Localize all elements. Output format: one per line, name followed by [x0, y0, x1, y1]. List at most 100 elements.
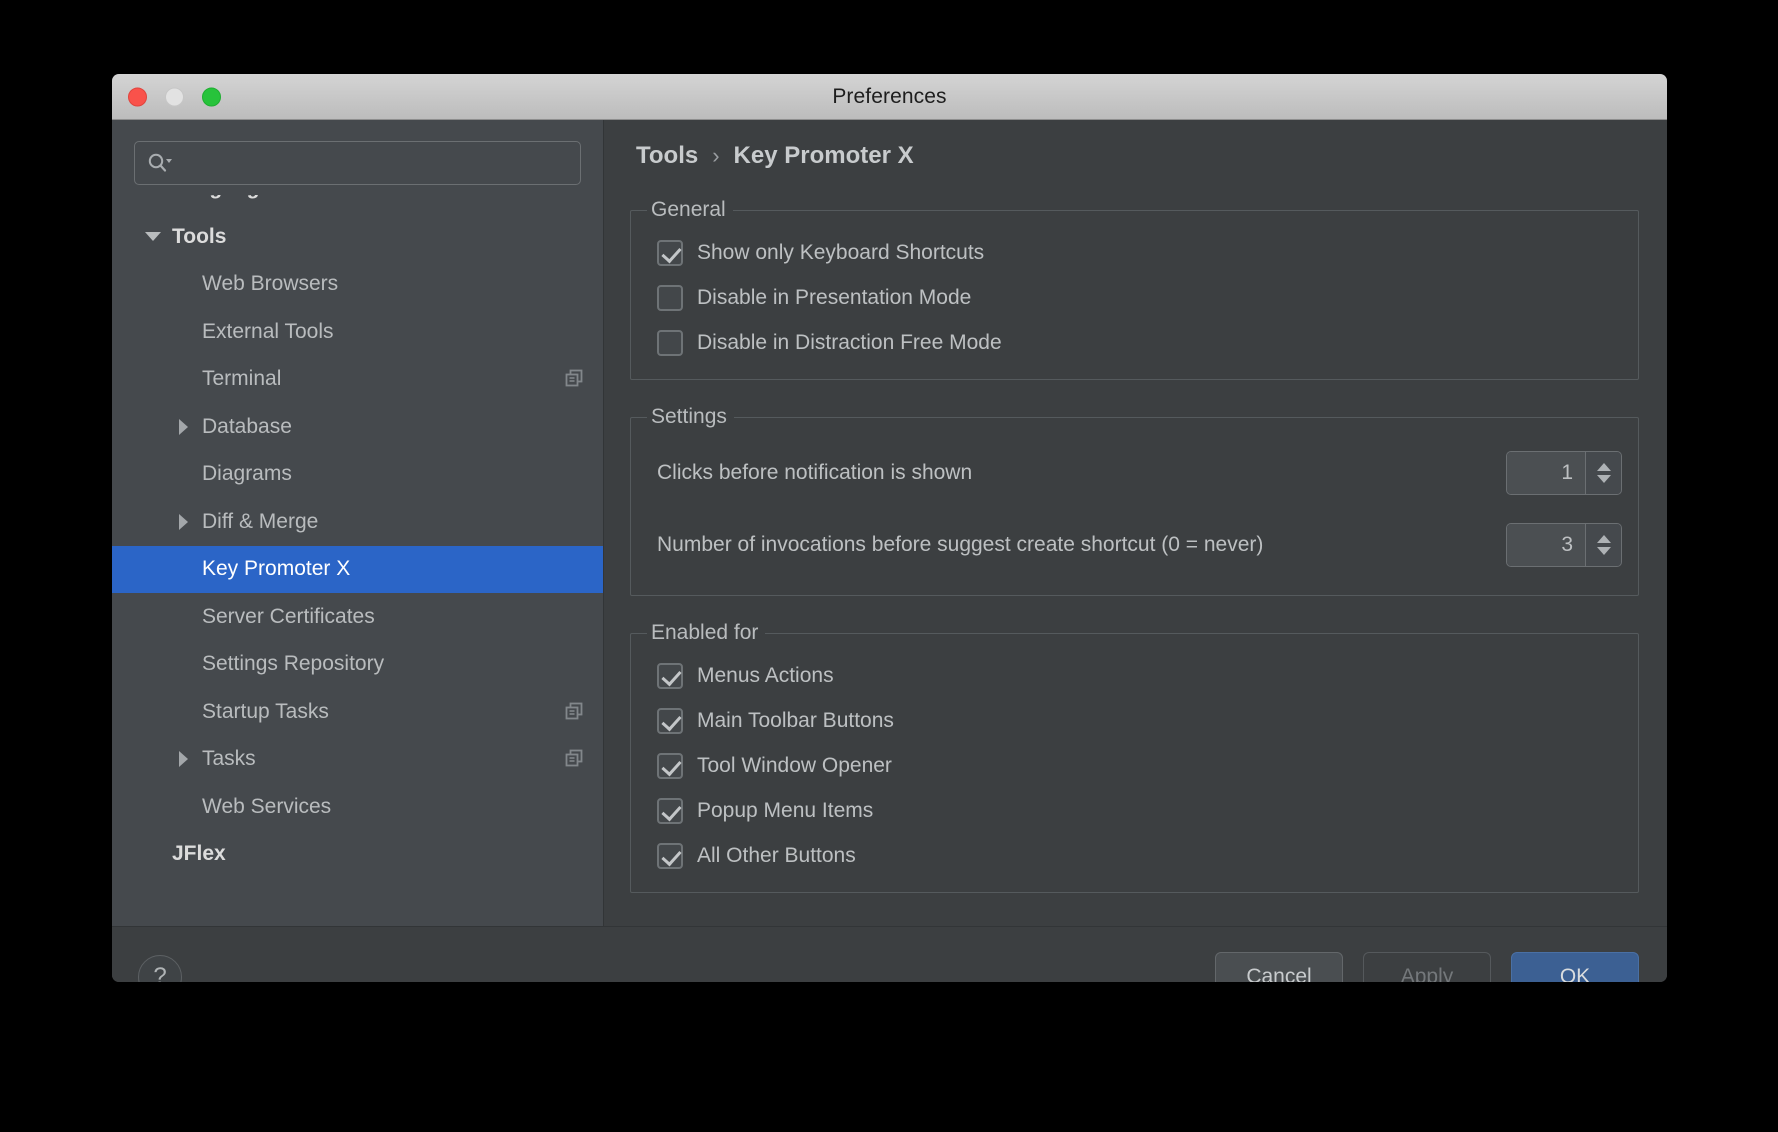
- settings-sidebar: Languages & Frameworks Tools Web Browsers E…: [112, 120, 604, 926]
- checkbox-row[interactable]: Tool Window Opener: [647, 743, 1622, 788]
- settings-sections: General Show only Keyboard Shortcuts Disab…: [630, 198, 1639, 893]
- chevron-right-icon[interactable]: [172, 751, 194, 768]
- setting-row: Clicks before notification is shown 1: [647, 437, 1622, 509]
- cancel-button[interactable]: Cancel: [1215, 951, 1343, 982]
- setting-row: Number of invocations before suggest cre…: [647, 509, 1622, 581]
- checkbox-unchecked-icon[interactable]: [657, 329, 683, 356]
- dialog-body: Languages & Frameworks Tools Web Browsers E…: [112, 120, 1667, 926]
- sidebar-item-label: Tools: [172, 224, 227, 248]
- sidebar-item-startup-tasks[interactable]: Startup Tasks: [112, 688, 603, 736]
- checkbox-row[interactable]: All Other Buttons: [647, 833, 1622, 878]
- stepper-up-icon[interactable]: [1596, 463, 1611, 471]
- checkbox-row[interactable]: Menus Actions: [647, 653, 1622, 698]
- sidebar-item-diagrams[interactable]: Diagrams: [112, 451, 603, 499]
- sidebar-item-server-certificates[interactable]: Server Certificates: [112, 593, 603, 641]
- breadcrumb: Tools › Key Promoter X: [630, 142, 1639, 170]
- copy-icon[interactable]: [565, 749, 585, 769]
- sidebar-item-web-browsers[interactable]: Web Browsers: [112, 261, 603, 309]
- sidebar-item-label: JFlex: [172, 842, 226, 866]
- chevron-right-icon[interactable]: [172, 418, 194, 435]
- checkbox-label: Menus Actions: [697, 663, 834, 687]
- checkbox-label: All Other Buttons: [697, 843, 856, 867]
- maximize-button[interactable]: [202, 87, 221, 106]
- checkbox-checked-icon[interactable]: [657, 707, 683, 734]
- sidebar-item-settings-repository[interactable]: Settings Repository: [112, 641, 603, 689]
- settings-tree: Languages & Frameworks Tools Web Browsers E…: [112, 195, 603, 926]
- checkbox-label: Disable in Presentation Mode: [697, 285, 972, 309]
- stepper-down-icon[interactable]: [1596, 547, 1611, 555]
- section-legend: Settings: [651, 405, 727, 428]
- checkbox-label: Show only Keyboard Shortcuts: [697, 240, 985, 264]
- sidebar-item-key-promoter-x[interactable]: Key Promoter X: [112, 545, 603, 593]
- breadcrumb-separator-icon: ›: [712, 143, 720, 168]
- sidebar-item-label: Startup Tasks: [202, 699, 329, 723]
- dialog-footer: ? Cancel Apply OK: [112, 926, 1667, 982]
- checkbox-row[interactable]: Main Toolbar Buttons: [647, 698, 1622, 743]
- number-stepper[interactable]: 1: [1506, 451, 1622, 495]
- checkbox-checked-icon[interactable]: [657, 752, 683, 779]
- search-container: [112, 120, 603, 195]
- checkbox-row[interactable]: Popup Menu Items: [647, 788, 1622, 833]
- chevron-down-icon[interactable]: [142, 232, 164, 242]
- preferences-window: Preferences Languages & FrameworksToolsW: [112, 74, 1667, 982]
- sidebar-item-label: Settings Repository: [202, 652, 385, 676]
- settings-content-panel: Tools › Key Promoter X General Show only …: [604, 120, 1667, 926]
- checkbox-row[interactable]: Disable in Presentation Mode: [647, 275, 1622, 320]
- window-title: Preferences: [832, 84, 947, 108]
- help-button[interactable]: ?: [138, 954, 182, 982]
- sidebar-item-tasks[interactable]: Tasks: [112, 736, 603, 784]
- search-box[interactable]: [134, 141, 581, 185]
- section-legend: General: [651, 198, 726, 221]
- checkbox-checked-icon[interactable]: [657, 842, 683, 869]
- close-button[interactable]: [128, 87, 147, 106]
- checkbox-checked-icon[interactable]: [657, 239, 683, 266]
- sidebar-item-terminal[interactable]: Terminal: [112, 356, 603, 404]
- copy-icon[interactable]: [565, 369, 585, 389]
- checkbox-label: Main Toolbar Buttons: [697, 708, 894, 732]
- sidebar-item-label: Tasks: [202, 747, 256, 771]
- sidebar-item-external-tools[interactable]: External Tools: [112, 308, 603, 356]
- checkbox-checked-icon[interactable]: [657, 797, 683, 824]
- checkbox-label: Disable in Distraction Free Mode: [697, 330, 1002, 354]
- search-icon: [147, 152, 173, 174]
- breadcrumb-current: Key Promoter X: [733, 142, 914, 169]
- sidebar-item-label: Languages & Frameworks: [172, 195, 585, 200]
- sidebar-item-diff-merge[interactable]: Diff & Merge: [112, 498, 603, 546]
- setting-label: Clicks before notification is shown: [657, 461, 973, 484]
- stepper-buttons[interactable]: [1585, 452, 1621, 494]
- chevron-right-icon[interactable]: [172, 513, 194, 530]
- sidebar-item-database[interactable]: Database: [112, 403, 603, 451]
- stepper-down-icon[interactable]: [1596, 475, 1611, 483]
- search-input[interactable]: [173, 152, 568, 174]
- checkbox-label: Tool Window Opener: [697, 753, 892, 777]
- breadcrumb-parent[interactable]: Tools: [636, 142, 698, 170]
- checkbox-checked-icon[interactable]: [657, 662, 683, 689]
- copy-icon[interactable]: [565, 702, 585, 722]
- number-stepper[interactable]: 3: [1506, 523, 1622, 567]
- checkbox-unchecked-icon[interactable]: [657, 284, 683, 311]
- sidebar-item-languages-frameworks[interactable]: Languages & Frameworks: [112, 195, 603, 213]
- apply-button[interactable]: Apply: [1363, 951, 1491, 982]
- sidebar-item-label: Key Promoter X: [202, 557, 351, 581]
- window-controls: [128, 87, 221, 106]
- sidebar-item-label: External Tools: [202, 319, 334, 343]
- section-settings: Settings Clicks before notification is sh…: [630, 405, 1639, 596]
- sidebar-item-tools[interactable]: Tools: [112, 213, 603, 261]
- sidebar-item-label: Diff & Merge: [202, 509, 319, 533]
- stepper-value[interactable]: 3: [1507, 524, 1585, 566]
- checkbox-row[interactable]: Show only Keyboard Shortcuts: [647, 230, 1622, 275]
- sidebar-item-label: Web Services: [202, 794, 332, 818]
- stepper-up-icon[interactable]: [1596, 535, 1611, 543]
- sidebar-item-label: Database: [202, 414, 292, 438]
- minimize-button[interactable]: [165, 87, 184, 106]
- ok-button[interactable]: OK: [1511, 951, 1639, 982]
- sidebar-item-label: Terminal: [202, 367, 282, 391]
- sidebar-item-web-services[interactable]: Web Services: [112, 783, 603, 831]
- stepper-buttons[interactable]: [1585, 524, 1621, 566]
- sidebar-item-jflex[interactable]: JFlex: [112, 831, 603, 879]
- sidebar-item-label: Server Certificates: [202, 604, 375, 628]
- stepper-value[interactable]: 1: [1507, 452, 1585, 494]
- checkbox-row[interactable]: Disable in Distraction Free Mode: [647, 320, 1622, 365]
- setting-label: Number of invocations before suggest cre…: [657, 533, 1264, 556]
- section-enabled-for: Enabled for Menus Actions Main Toolbar But…: [630, 621, 1639, 893]
